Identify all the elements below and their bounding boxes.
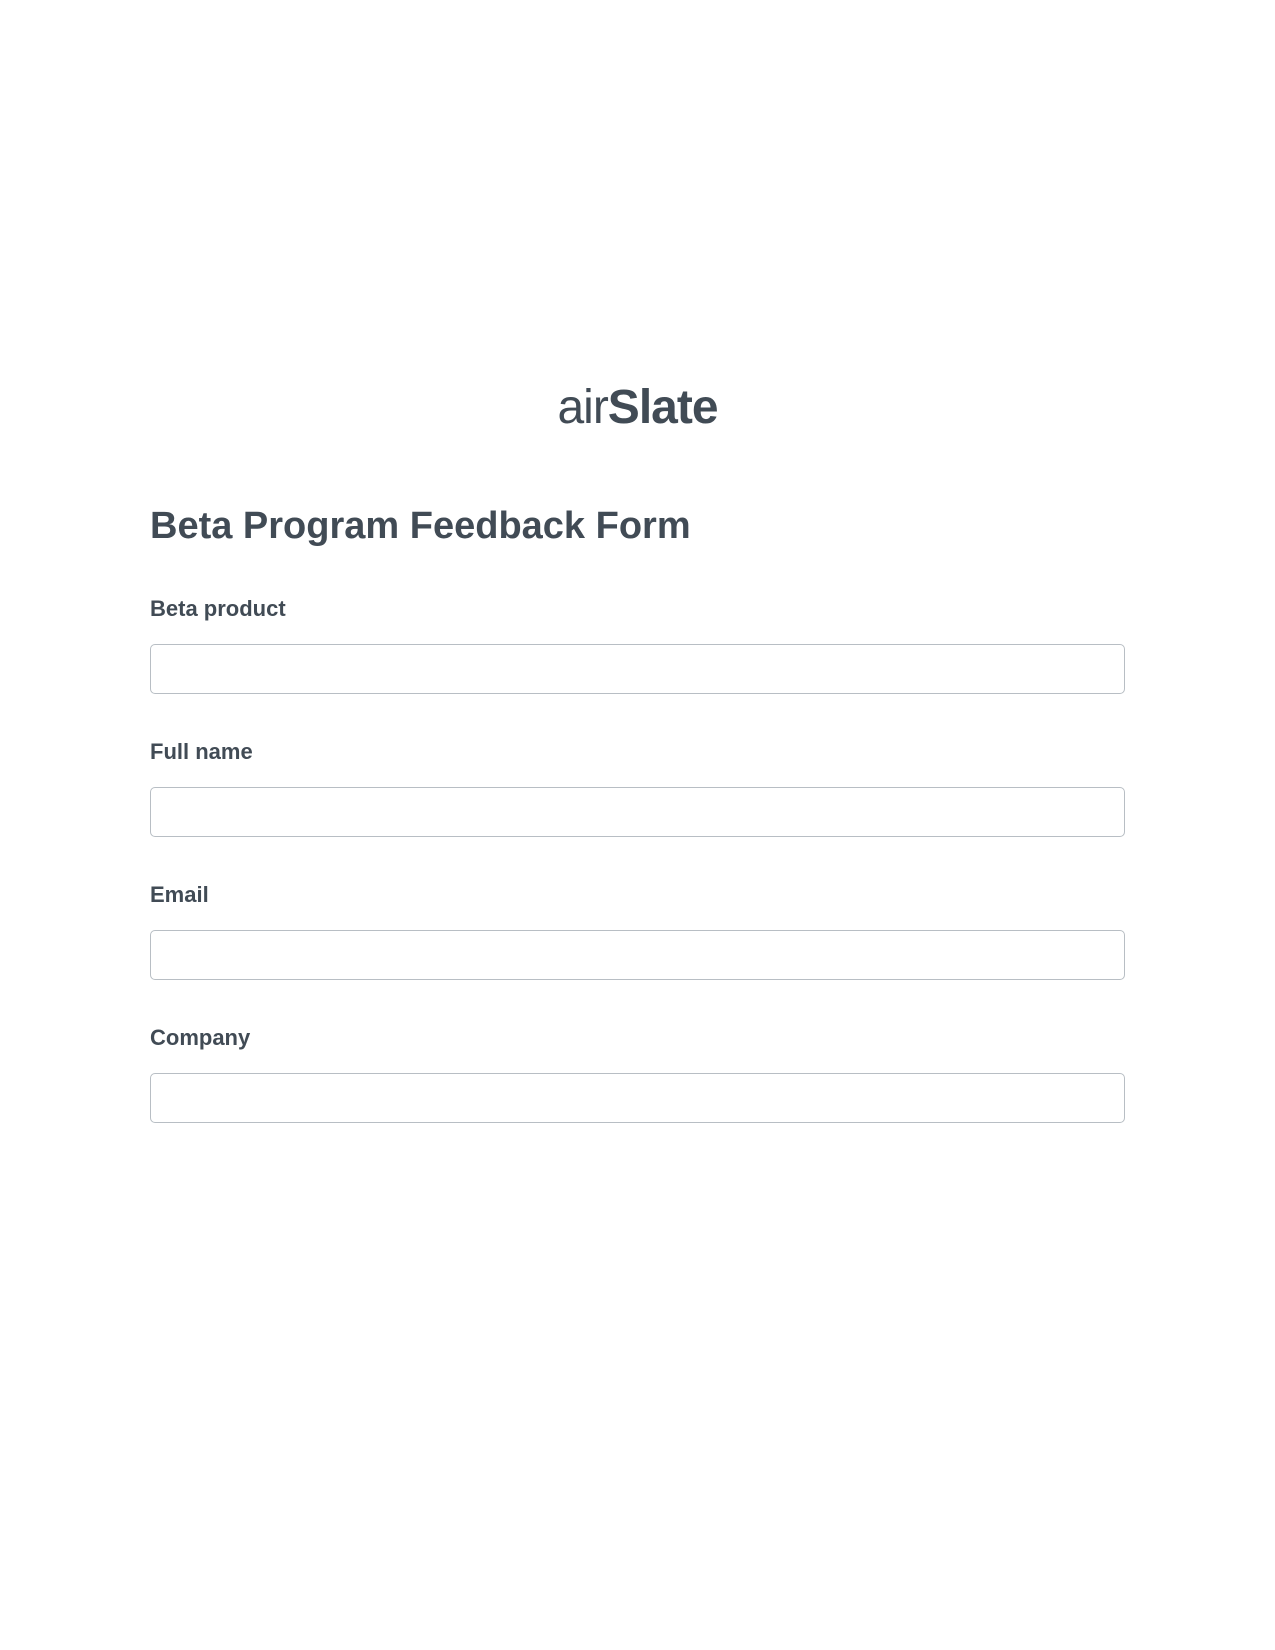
label-beta-product: Beta product [150,596,1125,622]
input-email[interactable] [150,930,1125,980]
input-company[interactable] [150,1073,1125,1123]
logo-part1: air [557,381,607,434]
label-full-name: Full name [150,739,1125,765]
logo-text: airSlate [557,381,717,434]
form-title: Beta Program Feedback Form [150,505,1125,548]
field-full-name: Full name [150,739,1125,837]
input-beta-product[interactable] [150,644,1125,694]
field-beta-product: Beta product [150,596,1125,694]
logo: airSlate [150,380,1125,435]
label-email: Email [150,882,1125,908]
field-email: Email [150,882,1125,980]
input-full-name[interactable] [150,787,1125,837]
field-company: Company [150,1025,1125,1123]
logo-part2: Slate [608,381,718,434]
label-company: Company [150,1025,1125,1051]
form-container: airSlate Beta Program Feedback Form Beta… [150,390,1125,1168]
